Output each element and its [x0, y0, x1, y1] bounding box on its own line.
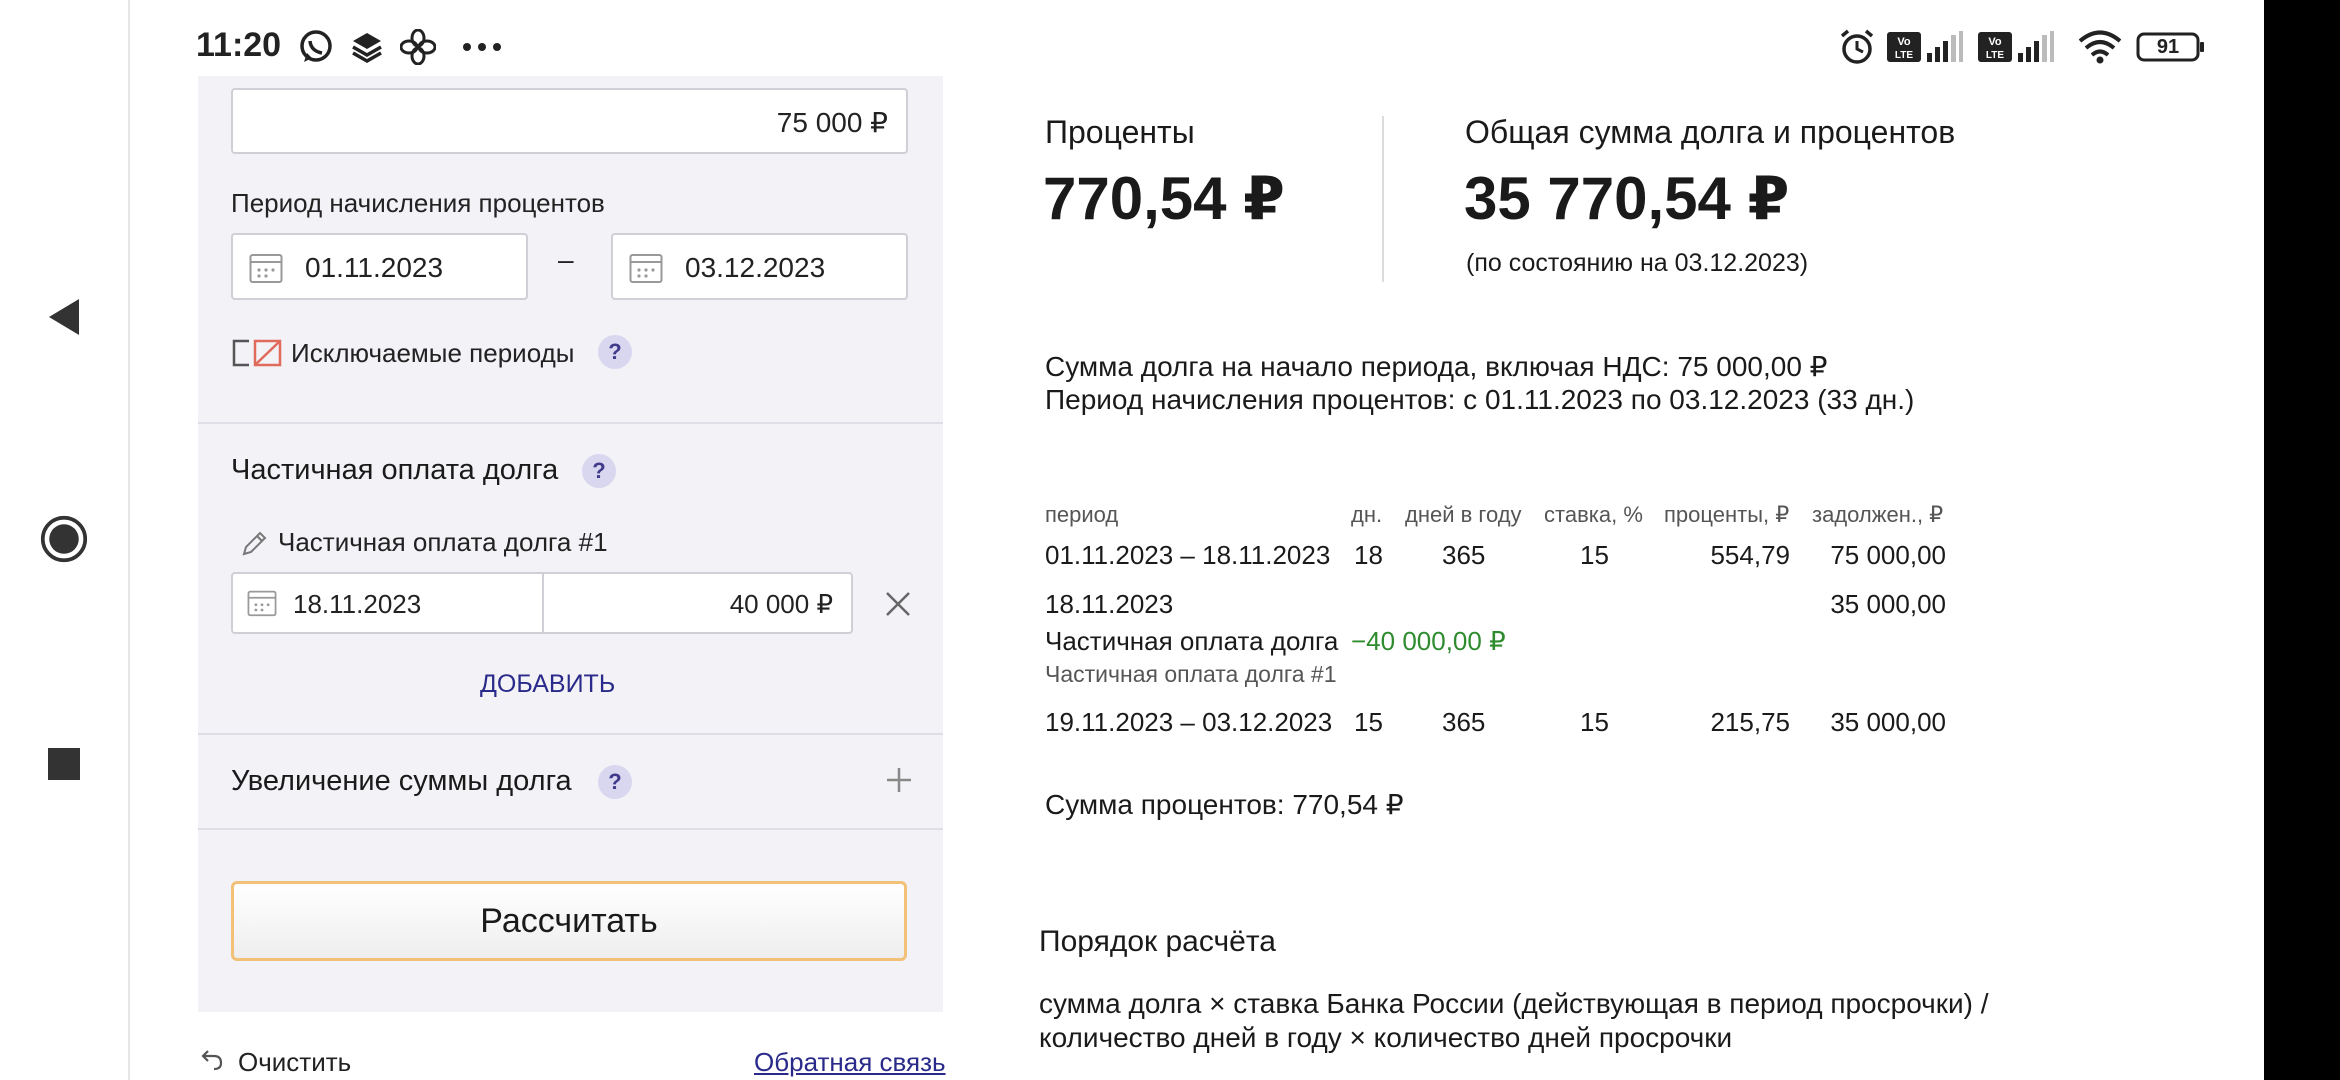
results-divider [1382, 116, 1384, 282]
battery-level: 91 [2156, 35, 2180, 58]
table-header-days-in-year: дней в году [1405, 502, 1522, 527]
help-icon[interactable]: ? [598, 765, 632, 799]
navigation-bar [0, 0, 130, 1080]
row-interest: 554,79 [1710, 540, 1790, 570]
volte-icon: Vo LTE [1887, 28, 1921, 66]
period-dash: – [558, 244, 574, 275]
help-icon[interactable]: ? [582, 454, 616, 488]
period-from-input[interactable]: 01.11.2023 [231, 233, 528, 300]
svg-text:Vo: Vo [1988, 36, 2002, 48]
divider [198, 422, 943, 424]
table-header-interest: проценты, ₽ [1664, 502, 1790, 527]
add-payment-button[interactable]: ДОБАВИТЬ [480, 670, 615, 699]
method-line-1: сумма долга × ставка Банка России (дейст… [1039, 988, 1989, 1019]
row-days: 18 [1354, 540, 1383, 570]
table-header-debt: задолжен., ₽ [1812, 502, 1944, 527]
status-bar: 11:20 Vo LTE Vo LTE 91 [128, 0, 2264, 76]
whatsapp-icon [298, 28, 334, 66]
signal-icon-2 [2016, 28, 2056, 66]
alarm-icon [1838, 28, 1876, 66]
feedback-link[interactable]: Обратная связь [754, 1047, 946, 1078]
period-from-value: 01.11.2023 [305, 252, 444, 283]
partial-payment-amount-value: 40 000 ₽ [729, 589, 833, 619]
svg-text:LTE: LTE [1986, 50, 2004, 61]
partial-payment-title: Частичная оплата долга [231, 454, 559, 486]
partial-payment-date-input[interactable]: 18.11.2023 [231, 572, 544, 634]
home-icon[interactable] [40, 515, 88, 563]
row-rate: 15 [1580, 540, 1609, 570]
row-days-in-year: 365 [1442, 707, 1486, 737]
interest-label: Проценты [1045, 114, 1195, 150]
row-debt: 75 000,00 [1830, 540, 1946, 570]
edit-pencil-icon[interactable] [240, 528, 270, 563]
calculate-button[interactable]: Рассчитать [231, 881, 907, 961]
more-dots-icon [462, 28, 502, 66]
excluded-periods-icon[interactable] [231, 338, 283, 373]
row-interest: 215,75 [1710, 707, 1790, 737]
total-label: Общая сумма долга и процентов [1465, 114, 1956, 150]
svg-text:LTE: LTE [1895, 50, 1913, 61]
calculator-form: 75 000 ₽ Период начисления процентов 01.… [198, 76, 943, 1012]
increase-debt-title[interactable]: Увеличение суммы долга [231, 765, 572, 798]
payment-label: Частичная оплата долга [1045, 626, 1339, 656]
row-days: 15 [1354, 707, 1383, 737]
as-of-date: (по состоянию на 03.12.2023) [1466, 249, 1809, 277]
undo-icon[interactable] [200, 1047, 224, 1076]
row-debt: 35 000,00 [1830, 707, 1946, 737]
table-header-days: дн. [1351, 502, 1383, 527]
total-value: 35 770,54 ₽ [1464, 165, 1790, 232]
table-header-period: период [1045, 502, 1119, 527]
interest-value: 770,54 ₽ [1043, 165, 1285, 232]
payment-amount: −40 000,00 ₽ [1351, 626, 1506, 656]
wifi-icon [2078, 28, 2122, 66]
payment-date: 18.11.2023 [1045, 589, 1174, 619]
period-label: Период начисления процентов [231, 188, 605, 218]
excluded-periods-label[interactable]: Исключаемые периоды [291, 338, 574, 369]
row-rate: 15 [1580, 707, 1609, 737]
status-time: 11:20 [196, 26, 282, 64]
layers-icon [350, 28, 384, 66]
clear-button[interactable]: Очистить [238, 1047, 351, 1078]
method-line-2: количество дней в году × количество дней… [1039, 1022, 1733, 1053]
summary-period: Период начисления процентов: с 01.11.202… [1045, 384, 1915, 415]
volte-icon-2: Vo LTE [1978, 28, 2012, 66]
payment-row-debt: 35 000,00 [1830, 589, 1946, 619]
partial-payment-date-value: 18.11.2023 [293, 589, 422, 619]
debt-amount-value: 75 000 ₽ [776, 107, 888, 138]
svg-text:Vo: Vo [1897, 36, 1911, 48]
calendar-icon [247, 589, 277, 624]
row-period: 01.11.2023 – 18.11.2023 [1045, 540, 1331, 570]
partial-payment-amount-input[interactable]: 40 000 ₽ [542, 572, 853, 634]
payment-sublabel: Частичная оплата долга #1 [1045, 661, 1337, 687]
help-icon[interactable]: ? [598, 335, 632, 369]
period-to-input[interactable]: 03.12.2023 [611, 233, 908, 300]
battery-icon: 91 [2136, 28, 2206, 66]
fan-icon [400, 28, 436, 66]
remove-payment-icon[interactable] [884, 590, 912, 623]
calculate-button-label: Рассчитать [480, 901, 658, 940]
interest-sum: Сумма процентов: 770,54 ₽ [1045, 789, 1404, 820]
calendar-icon [249, 252, 283, 291]
row-days-in-year: 365 [1442, 540, 1486, 570]
plus-icon[interactable] [886, 767, 912, 798]
debt-amount-input[interactable]: 75 000 ₽ [231, 88, 908, 154]
calendar-icon [629, 252, 663, 291]
partial-payment-item-label[interactable]: Частичная оплата долга #1 [278, 527, 608, 558]
recents-icon[interactable] [40, 740, 88, 788]
back-icon[interactable] [40, 293, 88, 341]
table-header-rate: ставка, % [1544, 502, 1643, 527]
divider [198, 828, 943, 830]
signal-icon [1925, 28, 1965, 66]
method-title: Порядок расчёта [1039, 925, 1276, 958]
period-to-value: 03.12.2023 [685, 252, 826, 283]
row-period: 19.11.2023 – 03.12.2023 [1045, 707, 1333, 737]
summary-debt: Сумма долга на начало периода, включая Н… [1045, 351, 1828, 382]
divider [198, 733, 943, 735]
screen-edge [2264, 0, 2340, 1080]
